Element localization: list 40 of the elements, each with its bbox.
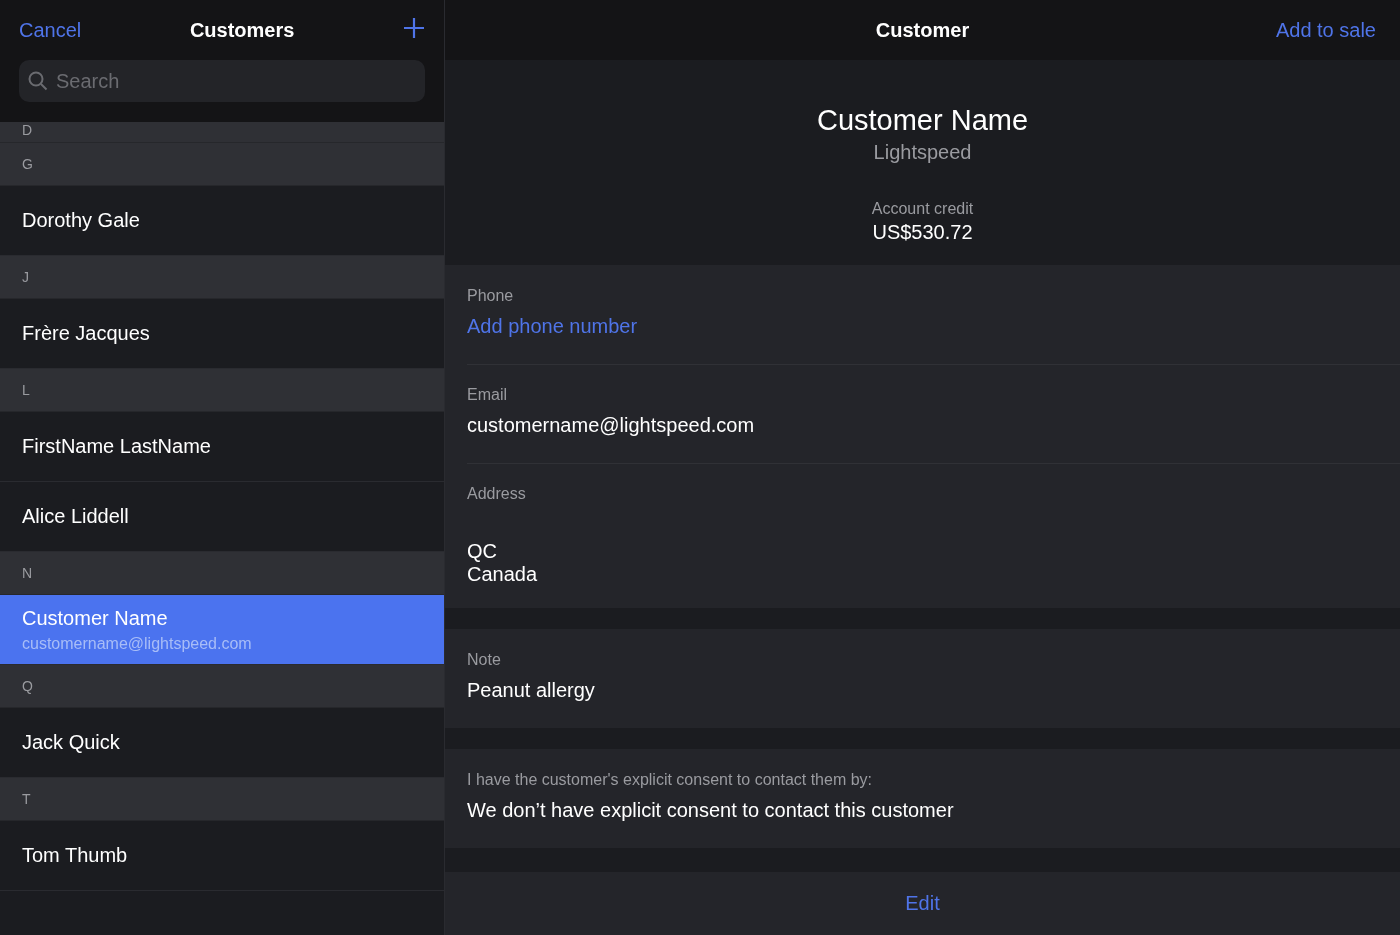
field-value: customername@lightspeed.com	[467, 414, 756, 437]
field-value: Peanut allergy	[467, 679, 596, 702]
search-field[interactable]: Search	[19, 60, 425, 102]
customer-name: FirstName LastName	[22, 435, 212, 458]
customer-row[interactable]: FirstName LastName	[0, 412, 444, 482]
company-name: Lightspeed	[873, 141, 972, 164]
customer-email: customername@lightspeed.com	[22, 634, 253, 653]
field-value: We don’t have explicit consent to contact this customer	[467, 799, 955, 822]
customer-row[interactable]: Tom Thumb	[0, 821, 444, 891]
credit-amount: US$530.72	[872, 221, 973, 244]
section-letter: D	[22, 122, 33, 138]
customer-name: Dorothy Gale	[22, 209, 141, 232]
field-label: Phone	[467, 287, 515, 305]
section-letter: N	[22, 565, 33, 581]
address-line: Canada	[467, 563, 539, 586]
field-label: Email	[467, 386, 508, 404]
section-letter: L	[22, 382, 30, 398]
customer-name: Tom Thumb	[22, 844, 129, 867]
search-icon	[28, 71, 48, 91]
add-phone-link[interactable]: Add phone number	[467, 315, 638, 338]
cancel-button[interactable]: Cancel	[19, 18, 82, 42]
panel-title: Customers	[189, 18, 295, 42]
field-label: Address	[467, 485, 527, 503]
customer-name: Frère Jacques	[22, 322, 151, 345]
customer-name: Customer Name	[816, 104, 1029, 137]
add-to-sale-button[interactable]: Add to sale	[1275, 18, 1376, 42]
section-letter: J	[22, 269, 29, 285]
field-label: Note	[467, 651, 502, 669]
customer-name: Alice Liddell	[22, 505, 130, 528]
customer-name: Jack Quick	[22, 731, 121, 754]
field-label: I have the customer's explicit consent to contact them by:	[467, 771, 874, 789]
edit-button[interactable]: Edit	[445, 872, 1400, 935]
address-line: QC	[467, 540, 498, 563]
section-letter: Q	[22, 678, 33, 694]
credit-label: Account credit	[871, 200, 974, 218]
customer-name: Customer Name	[22, 606, 169, 630]
panel-title: Customer	[875, 18, 970, 42]
section-letter: T	[22, 791, 31, 807]
section-letter: G	[22, 156, 33, 172]
customer-row[interactable]: Customer Name customername@lightspeed.com	[0, 595, 444, 665]
